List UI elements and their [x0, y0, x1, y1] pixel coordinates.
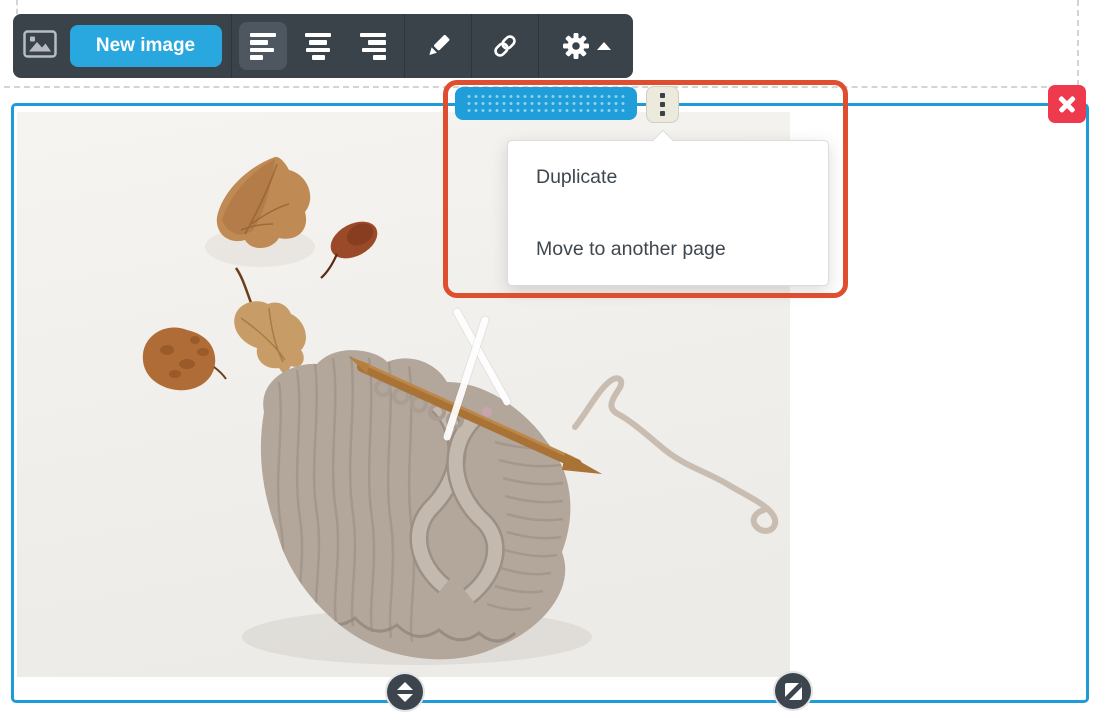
- link-icon: [490, 32, 520, 60]
- drag-handle-dots-icon: [465, 94, 627, 113]
- section-dashed-border-left: [16, 0, 18, 14]
- toolbar-segment-image: New image: [13, 14, 231, 78]
- editor-canvas: Duplicate Move to another page New image: [0, 0, 1100, 713]
- resize-corner-handle[interactable]: [773, 671, 813, 711]
- toolbar-segment-link: [471, 14, 538, 78]
- close-icon: [1057, 94, 1077, 114]
- align-left-button[interactable]: [239, 22, 287, 70]
- toolbar-segment-settings: [538, 14, 633, 78]
- link-button[interactable]: [490, 32, 520, 60]
- menu-item-move-to-another-page[interactable]: Move to another page: [508, 213, 828, 285]
- more-options-button[interactable]: [646, 86, 679, 123]
- image-toolbar: New image: [13, 14, 633, 78]
- toolbar-segment-edit: [404, 14, 471, 78]
- align-right-icon: [360, 33, 386, 60]
- arrow-down-icon: [397, 694, 413, 702]
- image-icon: [23, 30, 57, 63]
- align-right-button[interactable]: [349, 22, 397, 70]
- context-menu: Duplicate Move to another page: [507, 140, 829, 286]
- settings-button[interactable]: [562, 32, 611, 60]
- toolbar-segment-align: [231, 14, 404, 78]
- edit-button[interactable]: [424, 32, 452, 60]
- align-center-button[interactable]: [294, 22, 342, 70]
- caret-up-icon: [597, 42, 611, 50]
- diagonal-resize-icon: [785, 683, 802, 700]
- align-left-icon: [250, 33, 276, 60]
- delete-element-button[interactable]: [1048, 85, 1086, 123]
- gear-icon: [562, 32, 590, 60]
- pencil-icon: [424, 32, 452, 60]
- arrow-up-icon: [397, 682, 413, 690]
- section-dashed-border-right: [1077, 0, 1079, 86]
- new-image-button[interactable]: New image: [70, 25, 222, 67]
- resize-height-handle[interactable]: [385, 672, 425, 712]
- drag-handle[interactable]: [455, 87, 637, 120]
- align-center-icon: [305, 33, 331, 60]
- menu-item-duplicate[interactable]: Duplicate: [508, 141, 828, 213]
- kebab-icon: [660, 93, 665, 98]
